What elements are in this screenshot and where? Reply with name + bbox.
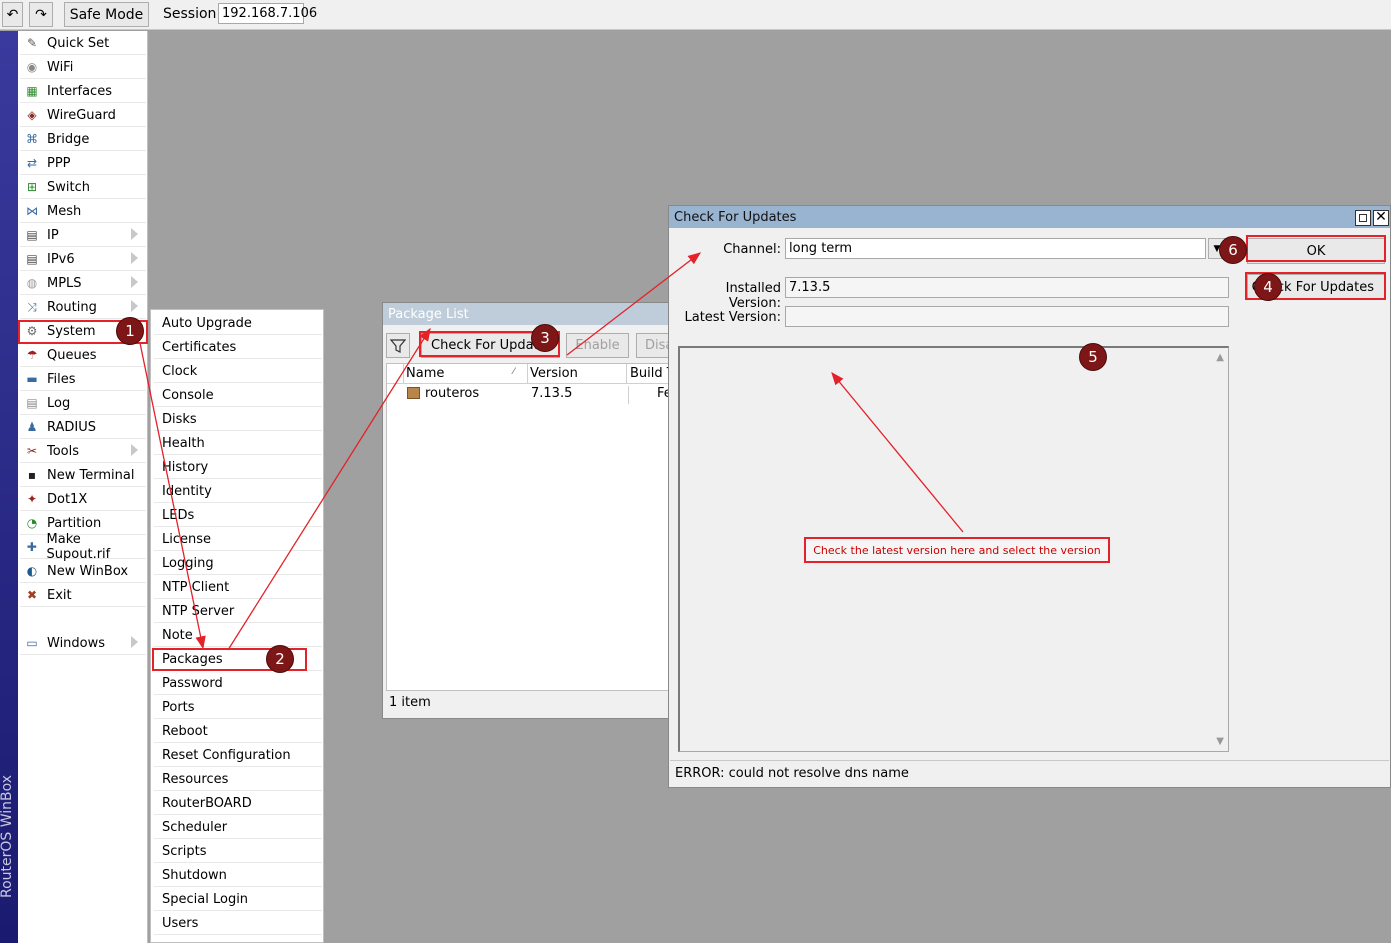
arrow-note-to-changelog [831, 371, 964, 533]
step-badge-5: 5 [1079, 343, 1107, 371]
arrow-check-to-dialog [566, 252, 702, 356]
step-badge-3: 3 [531, 324, 559, 352]
step-badge-6: 6 [1219, 236, 1247, 264]
annotation-arrows [139, 252, 964, 651]
step-badge-1: 1 [116, 317, 144, 345]
step-badge-4: 4 [1254, 273, 1282, 301]
arrow-system-to-packages [139, 342, 206, 650]
arrow-packages-to-check [227, 327, 431, 651]
annotation-note: Check the latest version here and select… [804, 537, 1110, 563]
step-badge-2: 2 [266, 645, 294, 673]
